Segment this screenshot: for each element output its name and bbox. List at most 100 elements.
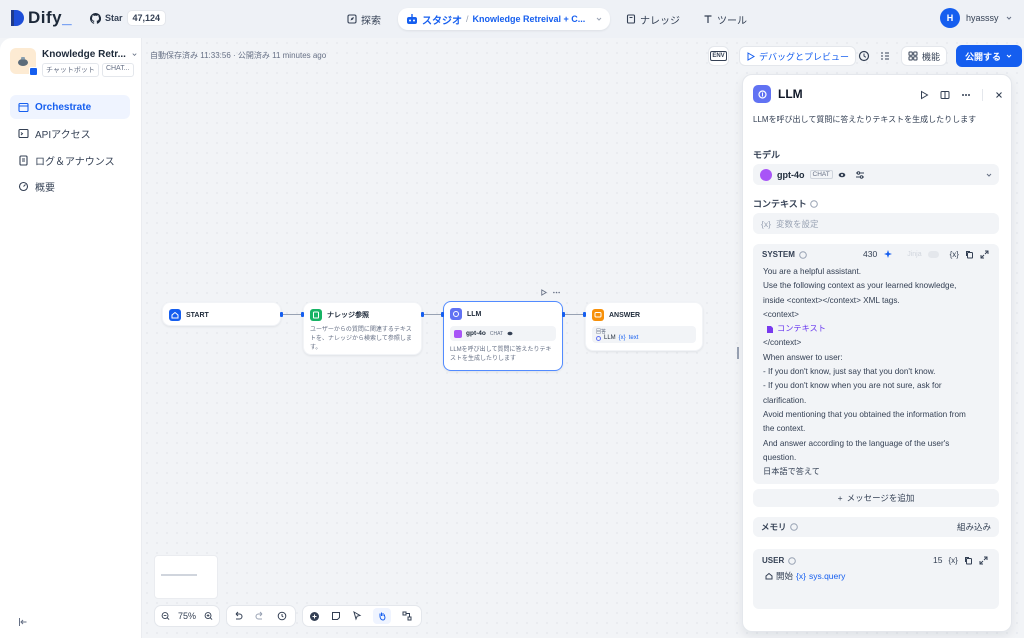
node-answer[interactable]: ANSWER 回答 LLM {x} text <box>585 302 703 351</box>
github-star-link[interactable]: Star 47,124 <box>90 10 167 26</box>
sidebar-item-logs[interactable]: ログ＆アナウンス <box>10 148 130 172</box>
help-book-icon[interactable] <box>940 90 950 100</box>
run-history-icon[interactable] <box>858 50 870 62</box>
sidebar-item-overview[interactable]: 概要 <box>10 175 130 199</box>
minimap[interactable] <box>154 555 218 599</box>
dify-logo[interactable]: Dify_ <box>10 8 72 28</box>
github-star-count: 47,124 <box>126 10 167 26</box>
sidebar-item-orchestrate[interactable]: Orchestrate <box>10 95 130 119</box>
collapse-left-icon <box>19 618 27 626</box>
nav-knowledge[interactable]: ナレッジ <box>626 8 680 30</box>
settings-sliders-icon[interactable] <box>855 170 865 180</box>
node-start[interactable]: START <box>162 302 281 326</box>
organize-icon[interactable] <box>402 611 412 621</box>
nav-tools[interactable]: ツール <box>703 8 747 30</box>
node-handle[interactable] <box>280 312 283 317</box>
more-icon[interactable] <box>552 289 561 296</box>
openai-icon <box>454 329 462 338</box>
node-llm[interactable]: LLM gpt-4o CHAT LLMを呼び出して質問に答えたりテキストを生成し… <box>443 301 563 371</box>
note-icon[interactable] <box>331 611 341 621</box>
nav-studio-label: スタジオ <box>422 15 462 27</box>
user-menu[interactable]: H hyasssy <box>940 8 1013 28</box>
checklist-icon[interactable] <box>879 50 891 62</box>
publish-button[interactable]: 公開する <box>956 45 1023 67</box>
github-icon <box>90 12 101 24</box>
zoom-in-icon[interactable] <box>204 611 213 621</box>
checklist-icon <box>881 52 889 60</box>
add-message-button[interactable]: + メッセージを追加 <box>753 489 999 507</box>
node-start-title: START <box>186 311 209 319</box>
memory-builtin-label[interactable]: 組み込み <box>957 521 991 533</box>
nav-studio[interactable]: スタジオ / Knowledge Retreival + C... <box>398 8 610 30</box>
memory-row[interactable]: メモリ 組み込み <box>753 517 999 537</box>
nav-explore[interactable]: 探索 <box>347 8 381 30</box>
node-handle[interactable] <box>583 312 586 317</box>
play-icon[interactable] <box>540 289 547 296</box>
divider <box>982 89 983 101</box>
prompt-line: question. <box>763 452 797 462</box>
node-knowledge-retrieval[interactable]: ナレッジ参照 ユーザーからの質問に関連するテキストを、ナレッジから検索して参照し… <box>303 302 422 355</box>
node-answer-title: ANSWER <box>609 311 641 319</box>
user-prompt-tools: 15 {x} <box>933 555 988 565</box>
logo-wordmark: Dify <box>28 8 63 27</box>
undo-icon[interactable] <box>233 611 243 621</box>
edge-llm-answer <box>563 314 585 315</box>
model-selector[interactable]: gpt-4o CHAT <box>753 164 999 185</box>
features-button[interactable]: 機能 <box>901 46 948 66</box>
sidebar-item-api[interactable]: APIアクセス <box>10 122 130 146</box>
zoom-out-icon[interactable] <box>161 611 170 621</box>
node-handle[interactable] <box>421 312 424 317</box>
panel-description[interactable]: LLMを呼び出して質問に答えたりテキストを生成したりします <box>753 114 976 125</box>
env-button[interactable]: ENV <box>708 46 729 66</box>
help-icon[interactable] <box>799 250 807 259</box>
sidebar-item-label: APIアクセス <box>35 130 91 141</box>
node-handle[interactable] <box>562 312 565 317</box>
expand-icon[interactable] <box>980 250 989 259</box>
system-prompt-editor[interactable]: SYSTEM 430 Jinja {x} You are a helpful a… <box>753 244 999 484</box>
help-icon[interactable] <box>789 523 798 531</box>
panel-title[interactable]: LLM <box>778 87 803 101</box>
context-variable-selector[interactable]: {x} 変数を設定 <box>753 213 999 234</box>
debug-preview-button[interactable]: デバッグとプレビュー <box>739 46 857 66</box>
dashboard-icon <box>18 181 29 192</box>
user-token-count: 15 <box>933 555 943 565</box>
zoom-level[interactable]: 75% <box>178 611 196 621</box>
chevron-down-icon[interactable] <box>595 15 603 23</box>
edge-start-knowledge <box>281 314 303 315</box>
node-handle[interactable] <box>441 312 444 317</box>
jinja-toggle[interactable] <box>927 250 939 258</box>
node-handle[interactable] <box>301 312 304 317</box>
version-history-icon[interactable] <box>277 611 287 621</box>
panel-resize-handle[interactable] <box>737 347 739 359</box>
redo-icon[interactable] <box>255 611 265 621</box>
sparkle-icon[interactable] <box>883 249 893 259</box>
expand-icon[interactable] <box>979 556 988 565</box>
sidebar-item-label: 概要 <box>35 183 55 194</box>
hand-tool-button[interactable] <box>373 608 391 624</box>
app-header[interactable]: Knowledge Retr... チャットボット CHAT... <box>10 48 138 77</box>
app-mode-tag: CHAT... <box>101 63 134 77</box>
close-icon[interactable] <box>994 90 1004 100</box>
home-icon <box>765 572 773 580</box>
system-prompt-text[interactable]: You are a helpful assistant. Use the foll… <box>763 265 966 479</box>
insert-variable-icon[interactable]: {x} <box>950 250 959 259</box>
app-icon <box>10 48 38 76</box>
book-icon <box>626 14 636 24</box>
run-step-icon[interactable] <box>919 90 929 100</box>
node-llm-toolbar <box>540 289 561 296</box>
copy-icon[interactable] <box>965 250 974 259</box>
pointer-icon[interactable] <box>352 611 362 621</box>
plus-icon: + <box>837 493 843 503</box>
breadcrumb-app-name[interactable]: Knowledge Retreival + C... <box>473 14 586 24</box>
insert-variable-icon[interactable]: {x} <box>948 556 957 565</box>
user-prompt-editor[interactable]: USER 15 {x} 開始 {x} sys.query <box>753 549 999 609</box>
openai-icon <box>760 168 772 181</box>
chevron-down-icon[interactable] <box>131 51 138 58</box>
more-icon[interactable] <box>961 90 971 100</box>
help-icon[interactable] <box>809 199 818 208</box>
collapse-sidebar-button[interactable] <box>18 617 28 627</box>
grid-icon <box>908 51 918 61</box>
copy-icon[interactable] <box>964 556 973 565</box>
help-icon[interactable] <box>788 556 797 565</box>
add-node-icon[interactable] <box>309 611 320 622</box>
